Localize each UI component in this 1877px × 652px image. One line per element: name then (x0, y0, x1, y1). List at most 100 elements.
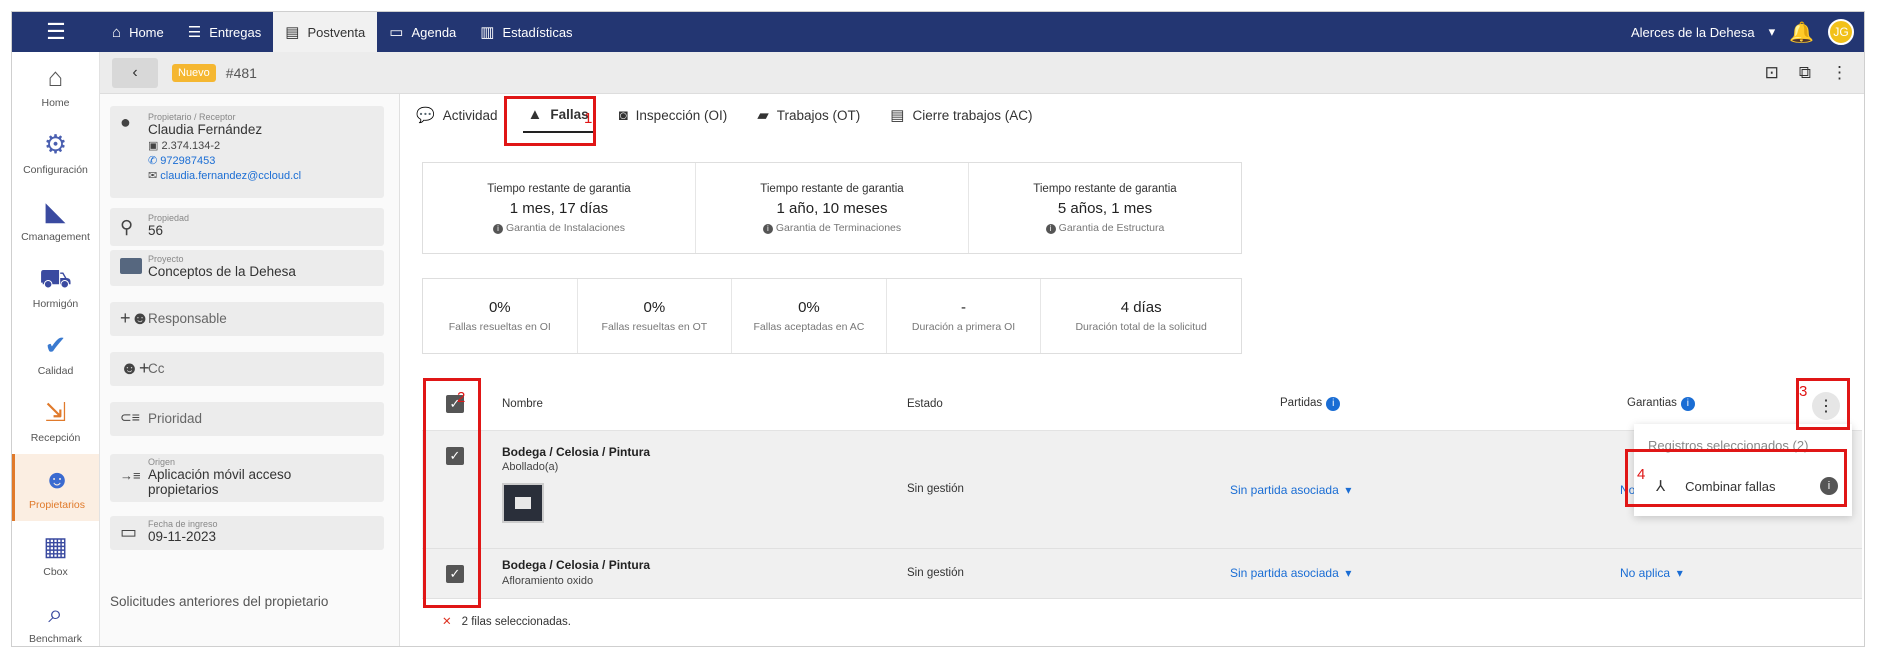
property-value: 56 (148, 223, 164, 238)
chevron-down-icon[interactable]: ▾ (1769, 24, 1776, 40)
caret-down-icon: ▾ (1345, 483, 1352, 497)
annotation-number-4: 4 (1637, 466, 1646, 483)
warranty-instalaciones: Tiempo restante de garantia 1 mes, 17 dí… (423, 163, 696, 253)
partida-dropdown[interactable]: Sin partida asociada ▾ (1230, 483, 1351, 497)
add-person-icon: +☻ (120, 308, 150, 328)
more-vertical-icon[interactable]: ⋮ (1831, 63, 1848, 83)
rail-item-home[interactable]: ⌂ Home (12, 52, 99, 119)
rail-item-hormigon[interactable]: ⛟ Hormigón (12, 253, 99, 320)
menu-icon[interactable]: ☰ (12, 12, 100, 52)
chevron-left-icon: ‹ (132, 63, 138, 81)
project-thumbnail-icon (120, 258, 142, 274)
bell-icon[interactable]: 🔔 (1789, 20, 1814, 45)
reception-icon: ⇲ (44, 396, 67, 427)
rail-item-configuracion[interactable]: ⚙ Configuración (12, 119, 99, 186)
tab-trabajos[interactable]: ▰ Trabajos (OT) (753, 97, 864, 133)
project-value: Conceptos de la Dehesa (148, 264, 296, 279)
rail-item-calidad[interactable]: ✔ Calidad (12, 320, 99, 387)
caret-down-icon: ▾ (1345, 566, 1352, 580)
table-row[interactable]: ✓ Bodega / Celosia / Pintura Afloramient… (422, 549, 1862, 599)
nav-entregas[interactable]: ☰ Entregas (176, 12, 274, 52)
list-icon: ☰ (187, 24, 202, 41)
stats-summary: 0% Fallas resueltas en OI 0% Fallas resuel… (422, 278, 1242, 354)
back-button[interactable]: ‹ (112, 57, 158, 88)
check-quality-icon: ✔ (44, 329, 67, 360)
calendar-icon: ▭ (389, 24, 404, 41)
priority-field[interactable]: ⊂≡ Prioridad (110, 402, 384, 436)
tab-actividad[interactable]: 💬 Actividad (412, 97, 501, 133)
stat-oi: 0% Fallas resueltas en OI (423, 279, 578, 353)
magnifier-chart-icon: ⌕ (48, 597, 63, 628)
annotation-box-1 (504, 96, 596, 146)
warranty-estructura: Tiempo restante de garantia 5 años, 1 me… (1033, 182, 1177, 234)
falla-photo[interactable] (502, 483, 544, 523)
gear-icon: ⚙ (43, 128, 68, 159)
partida-dropdown[interactable]: Sin partida asociada ▾ (1230, 566, 1351, 580)
avatar[interactable]: JG (1828, 19, 1854, 45)
stat-total-duration: 4 días Duración total de la solicitud (1075, 299, 1207, 333)
origin-card: →≡ Origen Aplicación móvil acceso propieta… (110, 454, 384, 502)
info-icon[interactable]: i (1680, 396, 1695, 411)
rail-item-cbox[interactable]: ▦ Cbox (12, 521, 99, 588)
annotation-number-2: 2 (457, 389, 466, 406)
origin-icon: →≡ (120, 468, 141, 483)
nav-estadisticas[interactable]: ▥ Estadísticas (468, 12, 584, 52)
postventa-icon: ▤ (285, 24, 300, 41)
tab-inspeccion[interactable]: ◙ Inspección (OI) (615, 97, 732, 133)
date-card: ▭ Fecha de ingreso 09-11-2023 (110, 516, 384, 550)
rail-item-benchmark[interactable]: ⌕ Benchmark (12, 588, 99, 646)
nav-postventa[interactable]: ▤ Postventa (273, 12, 378, 52)
owner-email[interactable]: claudia.fernandez@ccloud.cl (160, 170, 301, 182)
info-icon: i (762, 223, 773, 234)
owner-card: ● Propietario / Receptor Claudia Fernánd… (110, 106, 384, 198)
wheelbarrow-icon: ⛟ (39, 262, 72, 293)
rail-item-propietarios[interactable]: ☻ Propietarios (12, 454, 99, 521)
date-value: 09-11-2023 (148, 529, 217, 544)
qr-scan-icon[interactable]: ⊡ (1765, 63, 1779, 83)
priority-icon: ⊂≡ (120, 409, 140, 425)
home-icon: ⌂ (47, 61, 64, 92)
location-pin-icon: ⚲ (120, 217, 134, 237)
owner-name: Claudia Fernández (148, 122, 263, 137)
owner-phone[interactable]: 972987453 (160, 155, 215, 167)
header-actions: ⊡ ⧉ ⋮ (1765, 63, 1864, 83)
checklist-icon: ▤ (890, 107, 905, 124)
rail-item-cmanagement[interactable]: ◣ Cmanagement (12, 186, 99, 253)
nav-agenda[interactable]: ▭ Agenda (377, 12, 468, 52)
annotation-box-2 (423, 378, 481, 608)
stat-first-oi: - Duración a primera OI (887, 279, 1042, 353)
annotation-number-3: 3 (1799, 383, 1808, 400)
ticket-number: #481 (225, 64, 257, 81)
cmanagement-icon: ◣ (45, 195, 66, 226)
main-nav: ⌂ Home ☰ Entregas ▤ Postventa ▭ Agenda ▥ Esta… (100, 12, 585, 52)
owners-icon: ☻ (43, 463, 71, 494)
nav-home[interactable]: ⌂ Home (100, 12, 176, 52)
garantia-dropdown[interactable]: No aplica ▾ (1620, 566, 1683, 580)
inspection-icon: ◙ (618, 106, 628, 124)
rail-item-recepcion[interactable]: ⇲ Recepción (12, 387, 99, 454)
table-header: ✓ Nombre Estado Partidas i Garantias i (422, 377, 1862, 431)
module-rail: ⌂ Home ⚙ Configuración ◣ Cmanagement ⛟ Hormi… (12, 52, 100, 646)
previous-requests-title: Solicitudes anteriores del propietario (110, 594, 329, 609)
tab-cierre[interactable]: ▤ Cierre trabajos (AC) (886, 97, 1036, 133)
close-icon[interactable]: ✕ (442, 616, 452, 628)
email-icon: ✉ (148, 170, 161, 182)
info-icon[interactable]: i (1326, 396, 1341, 411)
id-card-icon: ▣ (148, 140, 162, 152)
ticket-header: ‹ Nuevo #481 ⊡ ⧉ ⋮ (100, 52, 1864, 94)
project-selector[interactable]: Alerces de la Dehesa (1631, 25, 1755, 40)
calendar-icon: ▭ (120, 522, 138, 542)
info-icon: i (1045, 223, 1056, 234)
open-external-icon[interactable]: ⧉ (1799, 63, 1811, 83)
phone-icon: ✆ (148, 155, 161, 167)
stat-ot: 0% Fallas resueltas en OT (578, 279, 733, 353)
topbar-right: Alerces de la Dehesa ▾ 🔔 JG (1631, 12, 1864, 52)
briefcase-icon: ▰ (757, 107, 769, 124)
warranty-terminaciones: Tiempo restante de garantia 1 año, 10 me… (696, 163, 969, 253)
annotation-box-4 (1625, 449, 1847, 507)
property-card: ⚲ Propiedad 56 (110, 208, 384, 246)
responsable-field[interactable]: +☻ Responsable (110, 302, 384, 336)
cc-field[interactable]: ☻+ Cc (110, 352, 384, 386)
top-navbar: ☰ ⌂ Home ☰ Entregas ▤ Postventa ▭ Agenda ▥ Es… (12, 12, 1864, 52)
warranty-summary: Tiempo restante de garantia 1 mes, 17 dí… (422, 162, 1242, 254)
